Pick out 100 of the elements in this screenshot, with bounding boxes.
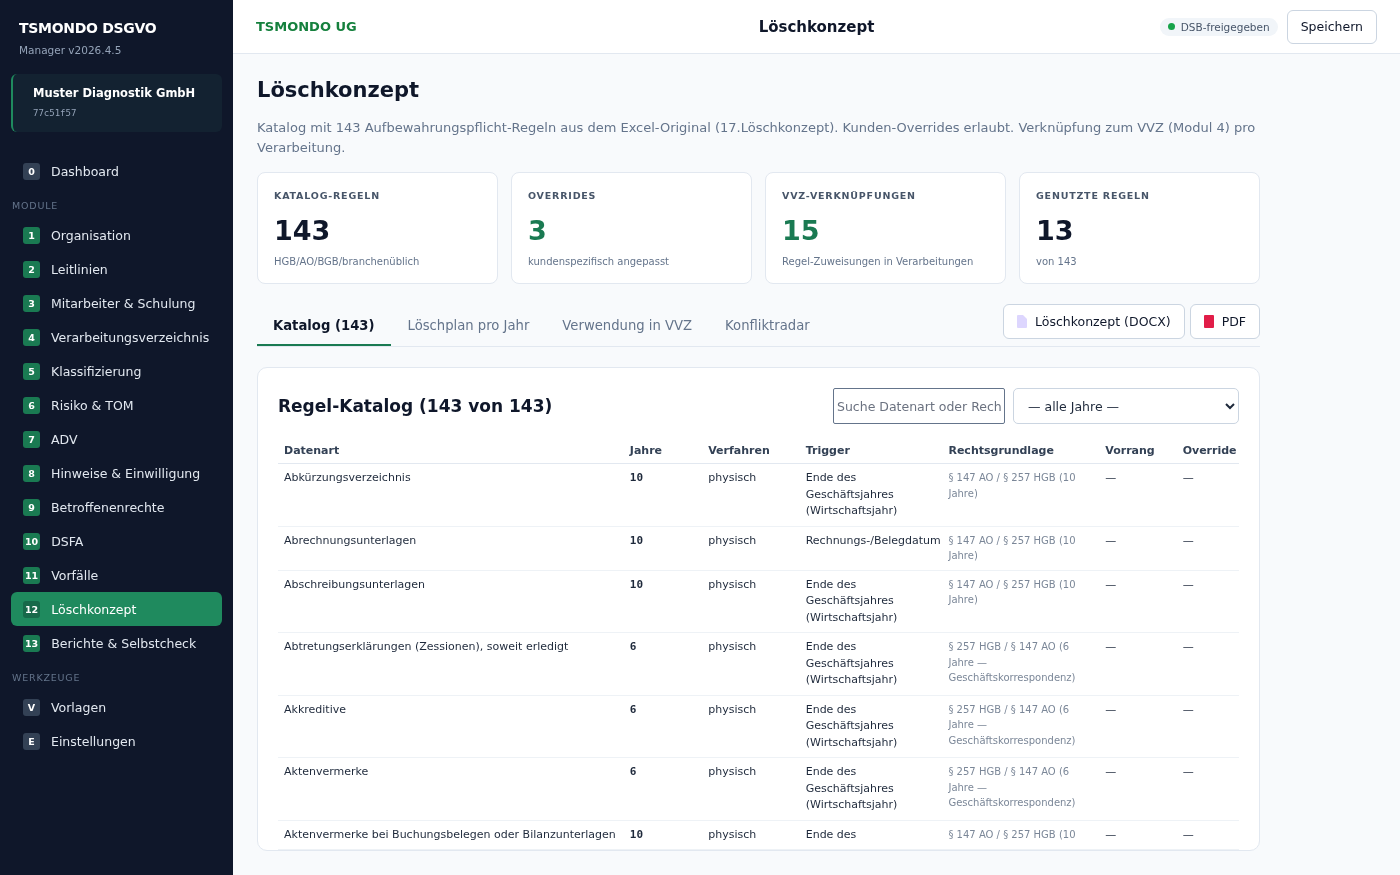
search-field[interactable]: Suche Datenart oder Rech [833,388,1005,424]
column-header: Datenart [278,438,624,464]
table-cell: — [1176,757,1239,820]
module-number: 9 [23,498,40,516]
sidebar-item[interactable]: 4 Verarbeitungsverzeichnis [11,320,222,354]
stat-value: 15 [782,215,821,246]
table-cell: physisch [702,757,800,820]
stat-note: Regel-Zuweisungen in Verarbeitungen [782,256,975,267]
sidebar-item[interactable]: 11 Vorfälle [11,558,222,592]
sidebar-item[interactable]: 3 Mitarbeiter & Schulung [11,286,222,320]
sidebar-item[interactable]: E Einstellungen [11,724,222,758]
table-cell: Ende des Geschäftsjahres (Wirtschaftsjahr) [799,757,943,820]
table-cell: § 147 AO / § 257 HGB (10 Jahre) [942,526,1100,570]
module-number: 0 [23,162,40,180]
module-number: 12 [23,600,41,618]
stat-label: GENUTZTE REGELN [1036,190,1151,201]
column-header: Verfahren [702,438,800,464]
stat-label: OVERRIDES [528,190,598,201]
stat-note: von 143 [1036,256,1078,267]
sidebar-item[interactable]: 8 Hinweise & Einwilligung [11,456,222,490]
table-cell: § 257 HGB / § 147 AO (6 Jahre — Geschäftskorrespondenz) [942,632,1100,695]
table-cell: — [1176,463,1239,526]
stat-label: KATALOG-REGELN [274,190,381,201]
table-cell: — [1176,570,1239,633]
app-version: Manager v2026.4.5 [18,44,123,56]
table-cell: Ende des Geschäftsjahres (Wirtschaftsjahr) [799,632,943,695]
table-cell: — [1099,570,1177,633]
table-cell: — [1099,463,1177,526]
table-cell: physisch [702,526,800,570]
module-number: 3 [23,294,40,312]
table-cell: 6 [623,632,703,695]
book-icon [1203,314,1214,328]
table-cell: § 147 AO / § 257 HGB (10 [942,820,1100,850]
sidebar-section-label: MODULE [11,199,60,213]
tab[interactable]: Katalog (143) [257,306,391,346]
column-header: Trigger [799,438,943,464]
table-cell: — [1176,820,1239,850]
module-number: 6 [23,396,40,414]
export-button[interactable]: Löschkonzept (DOCX) [1003,303,1185,339]
tab[interactable]: Löschplan pro Jahr [391,306,546,346]
table-cell: Ende des Geschäftsjahres (Wirtschaftsjahr) [799,695,943,758]
sidebar-item[interactable]: V Vorlagen [11,690,222,724]
column-header: Rechtsgrundlage [942,438,1100,464]
catalog-title: Regel-Katalog (143 von 143) [278,396,554,416]
table-cell: Rechnungs-/Belegdatum [799,526,943,570]
module-number: 7 [23,430,40,448]
sidebar-section-label: WERKZEUGE [11,671,82,685]
module-number: 5 [23,362,40,380]
table-cell: — [1099,632,1177,695]
table-cell: Ende des Geschäftsjahres (Wirtschaftsjahr) [799,570,943,633]
table-cell: 10 [623,463,703,526]
stat-label: VVZ-VERKNÜPFUNGEN [782,190,917,201]
client-name: Muster Diagnostik GmbH [33,86,197,100]
export-button[interactable]: PDF [1189,303,1260,339]
sidebar-item[interactable]: 6 Risiko & TOM [11,388,222,422]
company-name: TSMONDO UG [256,19,358,34]
table-cell: Aktenvermerke [278,757,624,820]
table-cell: physisch [702,570,800,633]
table-cell: — [1176,695,1239,758]
sidebar-item[interactable]: 13 Berichte & Selbstcheck [11,626,222,660]
tab[interactable]: Verwendung in VVZ [546,306,709,346]
table-cell: physisch [702,632,800,695]
table-cell: Abtretungserklärungen (Zessionen), soweit erledigt [278,632,624,695]
client-card[interactable]: Muster Diagnostik GmbH 77c51f57 [11,74,222,132]
module-number: 11 [23,566,41,584]
status-label: DSB-freigegeben [1180,20,1270,33]
table-cell: 10 [623,820,703,850]
table-cell: 6 [623,757,703,820]
module-number: 10 [23,532,41,550]
sidebar-item[interactable]: 2 Leitlinien [11,252,222,286]
year-filter-select[interactable]: — alle Jahre — [1013,388,1239,424]
stat-value: 13 [1036,215,1075,246]
table-cell: — [1099,820,1177,850]
table-cell: — [1099,526,1177,570]
sidebar-item[interactable]: 12 Löschkonzept [11,592,222,626]
sidebar-item[interactable]: 10 DSFA [11,524,222,558]
app-title: TSMONDO DSGVO [18,20,158,36]
module-number: 13 [23,634,41,652]
save-button[interactable]: Speichern [1286,9,1377,44]
sidebar-item[interactable]: 0 Dashboard [11,154,222,188]
table-cell: physisch [702,820,800,850]
stat-note: HGB/AO/BGB/branchenüblich [274,256,421,267]
sidebar-item[interactable]: 7 ADV [11,422,222,456]
client-id: 77c51f57 [33,108,78,118]
tab[interactable]: Konfliktradar [709,306,826,346]
module-number: 4 [23,328,40,346]
column-header: Override [1176,438,1239,464]
page-title: Löschkonzept [257,78,421,102]
table-cell: — [1099,695,1177,758]
sidebar-item[interactable]: 1 Organisation [11,218,222,252]
table-cell: 10 [623,570,703,633]
table-cell: physisch [702,463,800,526]
table-cell: 6 [623,695,703,758]
sidebar-item[interactable]: 5 Klassifizierung [11,354,222,388]
table-cell: § 147 AO / § 257 HGB (10 Jahre) [942,570,1100,633]
module-number: 1 [23,226,40,244]
table-cell: Abschreibungsunterlagen [278,570,624,633]
table-cell: § 257 HGB / § 147 AO (6 Jahre — Geschäftskorrespondenz) [942,757,1100,820]
sidebar-item[interactable]: 9 Betroffenenrechte [11,490,222,524]
stat-note: kundenspezifisch angepasst [528,256,671,267]
